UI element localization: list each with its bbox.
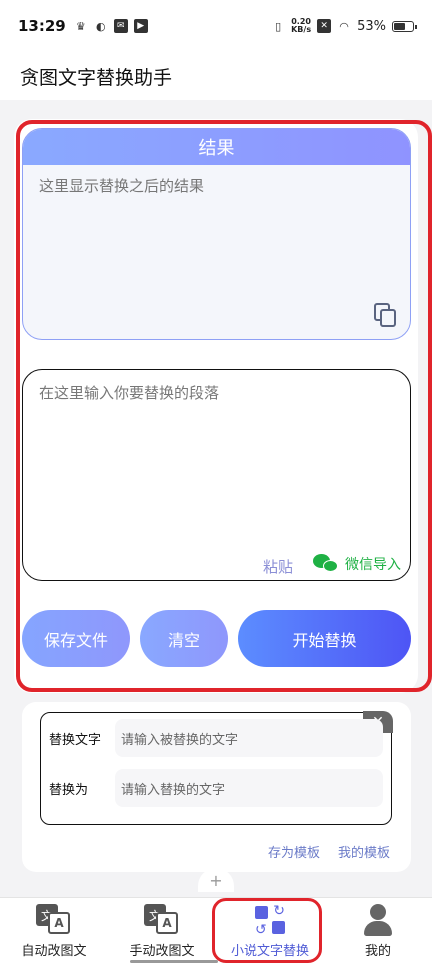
nav-manual-edit[interactable]: 文A 手动改图文 (108, 898, 216, 964)
sim-off-icon: ✕ (317, 19, 332, 33)
app-bar: 贪图文字替换助手 (0, 52, 432, 100)
vibrate-icon: ▯ (275, 19, 282, 33)
app-notification-icon: ◐ (95, 19, 106, 33)
template-links: 存为模板 我的模板 (268, 842, 390, 861)
nav-label: 手动改图文 (129, 944, 195, 959)
nav-novel-replace[interactable]: ↻ ↺ 小说文字替换 (216, 898, 324, 964)
replace-rule: ✕ 替换文字 请输入被替换的文字 替换为 请输入替换的文字 (40, 711, 393, 825)
network-speed: 0.20 KB/s (291, 18, 311, 34)
my-templates-link[interactable]: 我的模板 (338, 842, 390, 861)
nav-label: 自动改图文 (21, 944, 87, 959)
start-replace-button[interactable]: 开始替换 (238, 610, 411, 667)
battery-icon (392, 20, 417, 32)
clear-button[interactable]: 清空 (140, 610, 228, 667)
nav-profile[interactable]: 我的 (324, 898, 432, 964)
translate-icon: 文A (144, 904, 180, 936)
mail-icon: ✉ (113, 19, 128, 33)
status-time: 13:29 (18, 17, 66, 35)
save-file-button[interactable]: 保存文件 (22, 610, 130, 667)
copy-icon[interactable] (374, 303, 396, 327)
play-icon: ▶ (133, 19, 148, 33)
status-bar: 13:29 ♛ ◐ ✉ ▶ ▯ 0.20 KB/s ✕ ◠ 53% (0, 0, 432, 52)
source-text-input[interactable]: 在这里输入你要替换的段落 粘贴 微信导入 (22, 369, 411, 581)
save-as-template-link[interactable]: 存为模板 (268, 842, 320, 861)
replace-to-label: 替换为 (49, 782, 89, 798)
network-speed-unit: KB/s (291, 25, 312, 34)
status-right: ▯ 0.20 KB/s ✕ ◠ 53% (271, 18, 417, 34)
swap-icon: ↻ ↺ (255, 903, 285, 938)
nav-label: 小说文字替换 (230, 944, 309, 959)
wifi-icon: ◠ (339, 19, 349, 33)
notification-icons: ♛ ◐ ✉ ▶ (74, 19, 148, 33)
result-placeholder[interactable]: 这里显示替换之后的结果 (23, 165, 410, 206)
bottom-nav: 文A 自动改图文 文A 手动改图文 ↻ ↺ 小说文字替换 我的 (0, 897, 432, 964)
nav-label: 我的 (364, 944, 391, 959)
battery-percent: 53% (357, 18, 386, 34)
page-title: 贪图文字替换助手 (20, 66, 173, 89)
replace-from-row: 替换文字 请输入被替换的文字 (49, 719, 383, 757)
nav-auto-edit[interactable]: 文A 自动改图文 (0, 898, 108, 964)
replace-from-input[interactable]: 请输入被替换的文字 (115, 719, 383, 757)
home-indicator (130, 960, 218, 963)
battery-level (394, 22, 405, 30)
wechat-icon (313, 554, 339, 574)
result-panel: 结果 这里显示替换之后的结果 (22, 128, 411, 340)
translate-icon: 文A (36, 904, 72, 936)
replace-to-input[interactable]: 请输入替换的文字 (115, 769, 383, 807)
replace-to-row: 替换为 请输入替换的文字 (49, 769, 383, 807)
paste-button[interactable]: 粘贴 (263, 556, 293, 577)
wechat-import-button[interactable]: 微信导入 (313, 554, 401, 574)
result-header: 结果 (23, 129, 410, 165)
replace-from-label: 替换文字 (49, 732, 102, 748)
user-icon (362, 904, 394, 936)
input-placeholder: 在这里输入你要替换的段落 (39, 384, 220, 402)
crown-icon: ♛ (75, 19, 86, 33)
wechat-import-label: 微信导入 (345, 557, 401, 573)
